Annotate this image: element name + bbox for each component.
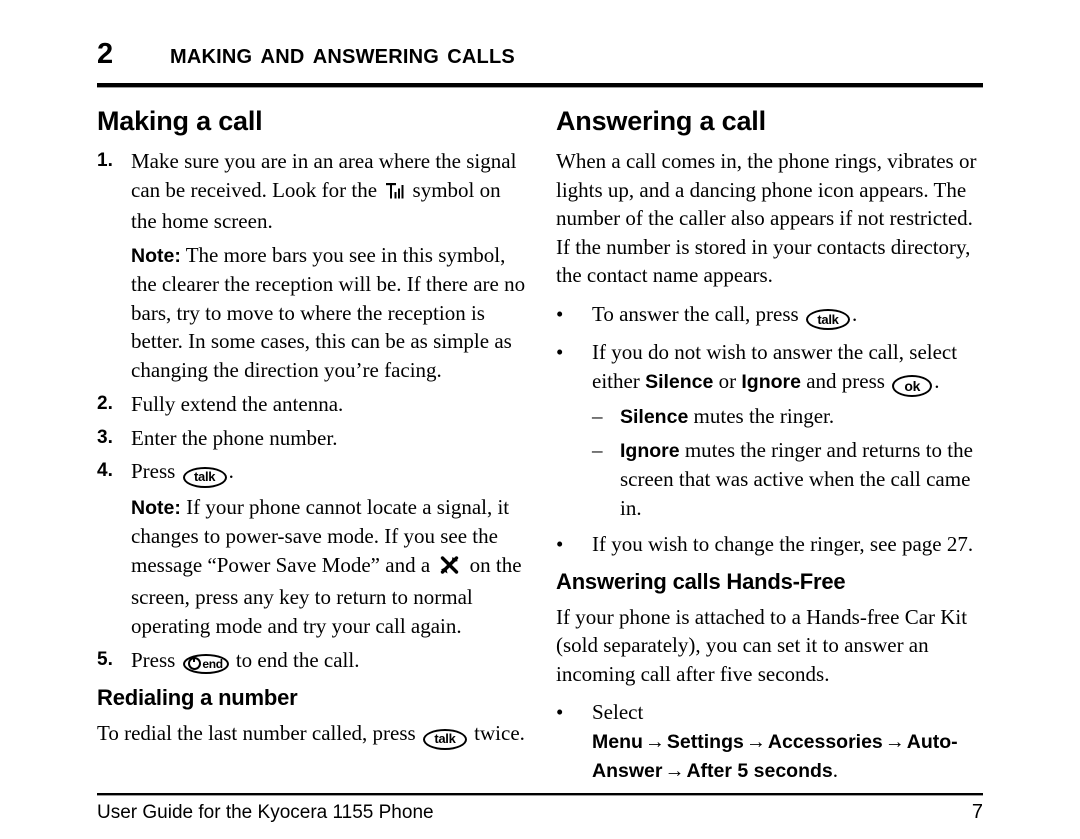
chapter-title: Making and Answering Calls [170, 38, 515, 70]
list-item-step-3: 3. Enter the phone number. [97, 424, 527, 453]
note-block-power-save: Note: If your phone cannot locate a sign… [131, 493, 527, 641]
list-item-step-4: 4. Press talk. [97, 457, 527, 488]
menu-path-text: Select Menu → Settings → Accessories → Auto-An… [592, 698, 986, 786]
sub-bullet-text: Silence mutes the ringer. [620, 402, 986, 432]
bullet-text: If you wish to change the ringer, see pa… [592, 532, 974, 556]
menu-path-suffix: . [832, 758, 839, 782]
menu-option-silence: Silence [645, 370, 714, 393]
subsection-heading-redialing: Redialing a number [97, 684, 298, 710]
signal-bars-icon [385, 179, 404, 208]
step-text: Press end to end the call. [131, 646, 527, 675]
note-text: The more bars you see in this symbol, th… [131, 242, 526, 382]
menu-option-ignore: Ignore [741, 370, 801, 393]
page-number: 7 [971, 801, 983, 823]
footer-rule [97, 793, 983, 796]
power-glyph-icon [188, 656, 202, 671]
dash-marker: – [592, 404, 603, 428]
left-column: Making a call 1. Make sure you are in an… [97, 106, 527, 758]
no-signal-icon [439, 555, 460, 584]
end-key-icon: end [182, 653, 229, 674]
arrow-icon: → [664, 760, 685, 782]
note-label: Note: [131, 496, 181, 519]
menu-option-ignore: Ignore [620, 439, 680, 462]
step-text-after-key: to end the call. [235, 648, 360, 673]
list-item-answer-call: • To answer the call, press talk. [556, 300, 986, 331]
step-text: Press talk. [131, 457, 527, 488]
answering-intro-paragraph: When a call comes in, the phone rings, v… [556, 149, 977, 287]
sub-list-item-silence: – Silence mutes the ringer. [592, 402, 986, 432]
footer-title: User Guide for the Kyocera 1155 Phone [97, 802, 434, 823]
note-label: Note: [131, 244, 181, 267]
step-text: Make sure you are in an area where the s… [131, 147, 527, 236]
bullet-text-after-key: . [851, 301, 858, 326]
document-page: 2 Making and Answering Calls Making a ca… [0, 0, 1080, 839]
bullet-text-before-key: To answer the call, press [592, 301, 799, 326]
menu-path-prefix: Select [592, 700, 644, 724]
list-item-decline-call: • If you do not wish to answer the call,… [556, 338, 986, 397]
bullet-marker: • [556, 340, 564, 365]
ok-key-icon: ok [892, 375, 933, 397]
step-number: 1. [97, 150, 113, 171]
page-footer: User Guide for the Kyocera 1155 Phone 7 [97, 801, 983, 824]
subsection-heading-hands-free: Answering calls Hands-Free [556, 568, 846, 594]
sub-list-item-ignore: – Ignore mutes the ringer and returns to… [592, 436, 986, 523]
chapter-header: 2 Making and Answering Calls [97, 40, 983, 69]
step-text-before-key: Press [131, 648, 176, 673]
redial-paragraph: To redial the last number called, press … [97, 719, 527, 750]
list-item-change-ringer: • If you wish to change the ringer, see … [556, 530, 986, 559]
menu-path-item-menu: Menu [592, 730, 643, 753]
list-item-step-1: 1. Make sure you are in an area where th… [97, 147, 527, 236]
chapter-number: 2 [97, 38, 114, 70]
arrow-icon: → [884, 730, 905, 753]
step-number: 4. [97, 460, 113, 481]
header-rule [97, 83, 983, 88]
redial-text-before-key: To redial the last number called, press [97, 720, 416, 745]
step-number: 5. [97, 649, 113, 671]
bullet-text: To answer the call, press talk. [592, 300, 986, 331]
bullet-text: If you do not wish to answer the call, s… [592, 338, 986, 397]
step-text: Fully extend the antenna. [131, 392, 344, 416]
step-number: 2. [97, 393, 113, 414]
bullet-text-part3: and press [806, 368, 885, 393]
bullet-marker: • [556, 700, 564, 724]
menu-path-item-accessories: Accessories [767, 730, 883, 753]
talk-key-icon: talk [805, 309, 850, 331]
list-item-step-2: 2. Fully extend the antenna. [97, 390, 527, 419]
list-item-auto-answer-path: • Select Menu → Settings → Accessories → Auto-… [556, 698, 986, 786]
step-number: 3. [97, 426, 113, 448]
bullet-text-part4: . [934, 368, 940, 393]
section-heading-making-a-call: Making a call [97, 106, 263, 136]
bullet-marker: • [556, 301, 564, 326]
right-column: Answering a call When a call comes in, t… [556, 106, 986, 791]
section-heading-answering-a-call: Answering a call [556, 106, 766, 136]
handsfree-intro-paragraph: If your phone is attached to a Hands-fre… [556, 604, 968, 686]
redial-text-after-key: twice. [474, 720, 525, 745]
arrow-icon: → [745, 730, 766, 753]
sub-bullet-description: mutes the ringer. [693, 404, 835, 428]
talk-key-icon: talk [182, 466, 227, 488]
sub-bullet-text: Ignore mutes the ringer and returns to t… [620, 436, 986, 523]
dash-marker: – [592, 437, 603, 462]
note-block-signal: Note: The more bars you see in this symb… [131, 241, 527, 385]
step-text: Enter the phone number. [131, 425, 338, 450]
end-key-label: end [202, 656, 223, 671]
menu-option-silence: Silence [620, 406, 689, 428]
bullet-marker: • [556, 532, 564, 556]
list-item-step-5: 5. Press end to end the call. [97, 646, 527, 675]
menu-path-item-settings: Settings [666, 730, 744, 753]
step-text-after-key: . [228, 459, 234, 483]
menu-path-item-after-5-seconds: After 5 seconds [686, 760, 833, 782]
talk-key-icon: talk [422, 728, 467, 750]
arrow-icon: → [644, 730, 665, 753]
bullet-text-part2: or [718, 368, 737, 393]
step-text-before-key: Press [131, 459, 176, 483]
